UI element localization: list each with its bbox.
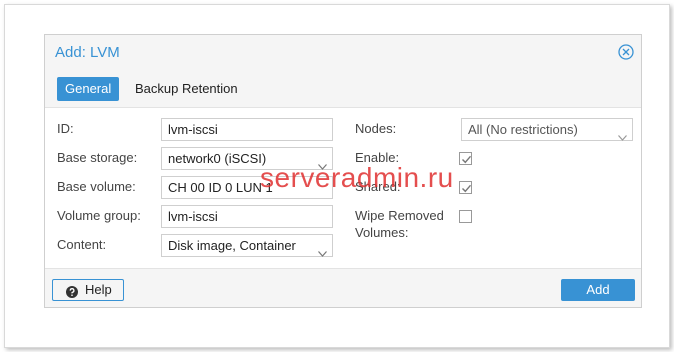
content-label: Content:: [57, 237, 107, 252]
help-button[interactable]: Help: [52, 279, 124, 301]
tab-general[interactable]: General: [57, 77, 120, 101]
base-storage-label: Base storage:: [57, 150, 138, 165]
nodes-label: Nodes:: [355, 121, 397, 136]
dialog-title: Add: LVM: [55, 44, 120, 61]
shared-checkbox[interactable]: [459, 181, 472, 194]
chevron-down-icon[interactable]: [318, 242, 327, 257]
enable-checkbox[interactable]: [459, 152, 472, 165]
close-icon[interactable]: [618, 44, 634, 60]
tab-bar: General Backup Retention: [45, 73, 641, 107]
nodes-value: All (No restrictions): [468, 122, 578, 137]
content-value: Disk image, Container: [168, 238, 296, 253]
content-select[interactable]: Disk image, Container: [161, 234, 333, 257]
volume-group-label: Volume group:: [57, 208, 141, 223]
dialog-footer: Help Add: [45, 269, 641, 307]
volume-group-field[interactable]: lvm-iscsi: [161, 205, 333, 228]
question-icon: [66, 284, 78, 298]
add-button[interactable]: Add: [561, 279, 635, 301]
base-storage-value: network0 (iSCSI): [168, 151, 267, 166]
watermark-text: serveradmin.ru: [260, 162, 454, 193]
nodes-select[interactable]: All (No restrictions): [461, 118, 633, 141]
wipe-removed-checkbox[interactable]: [459, 210, 472, 223]
id-label: ID:: [57, 121, 74, 136]
help-button-label: Help: [85, 282, 112, 297]
chevron-down-icon[interactable]: [618, 126, 627, 141]
wipe-removed-label-line1: Wipe Removed: [355, 208, 444, 223]
base-volume-label: Base volume:: [57, 179, 136, 194]
wipe-removed-label: Wipe Removed Volumes:: [355, 208, 444, 240]
wipe-removed-label-line2: Volumes:: [355, 225, 409, 240]
id-field[interactable]: lvm-iscsi: [161, 118, 333, 141]
tab-backup-retention[interactable]: Backup Retention: [127, 77, 246, 101]
